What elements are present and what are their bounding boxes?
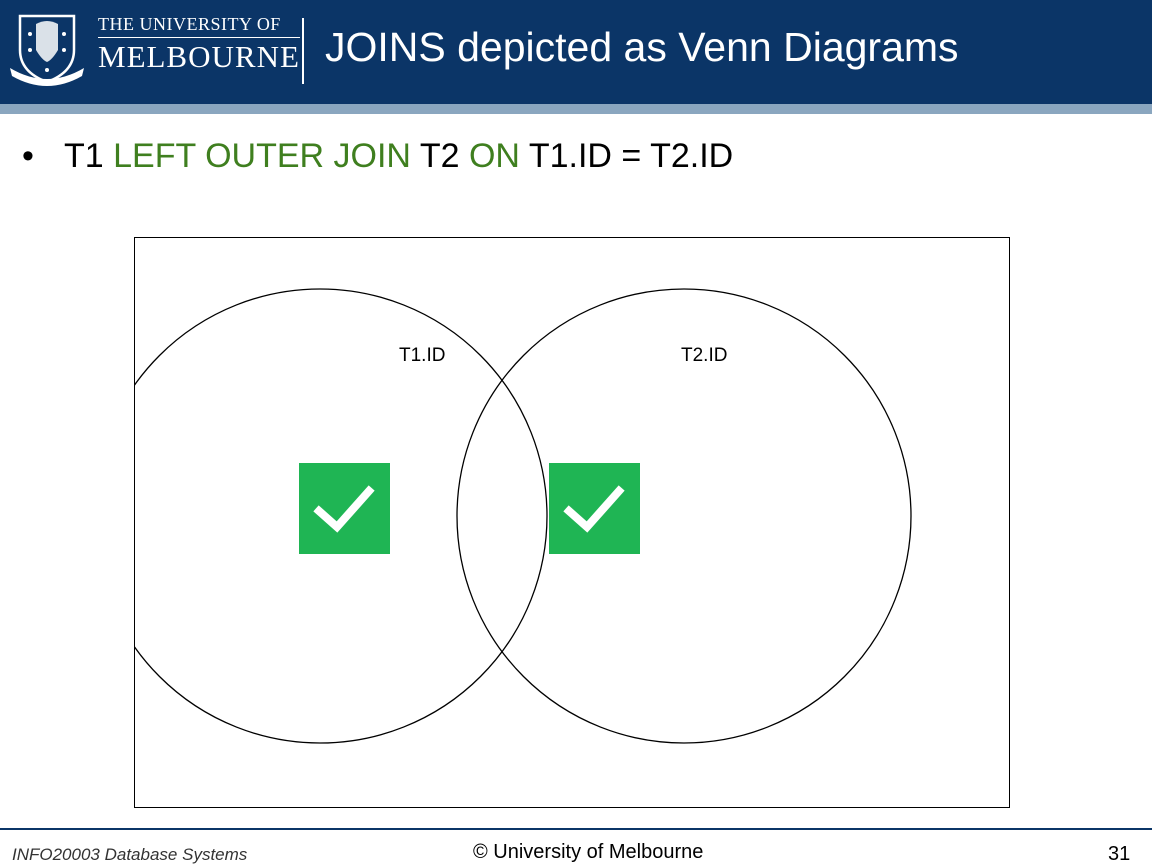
left-set-label: T1.ID xyxy=(399,345,446,366)
logo-divider xyxy=(302,18,304,84)
join-table-right: T2 xyxy=(419,137,460,175)
footer-copyright: © University of Melbourne xyxy=(473,841,704,863)
checkmark-icon xyxy=(563,485,625,533)
university-logo-text: THE UNIVERSITY OF MELBOURNE xyxy=(98,14,300,74)
page-number: 31 xyxy=(1108,843,1131,865)
footer-course: INFO20003 Database Systems xyxy=(12,845,248,864)
venn-diagram: T1.ID T2.ID xyxy=(134,237,1010,808)
bullet-point: • T1 LEFT OUTER JOIN T2 ON T1.ID = T2.ID xyxy=(22,134,733,178)
slide-title: JOINS depicted as Venn Diagrams xyxy=(325,24,959,70)
join-condition: T1.ID = T2.ID xyxy=(528,137,734,175)
header-accent-strip xyxy=(0,104,1152,114)
on-keyword: ON xyxy=(468,137,520,175)
bullet-dot: • xyxy=(22,137,34,175)
intersection-check-box xyxy=(549,463,640,554)
logo-line2: MELBOURNE xyxy=(98,37,300,74)
university-crest-icon xyxy=(6,10,88,86)
join-keyword: LEFT OUTER JOIN xyxy=(113,137,411,175)
right-set-label: T2.ID xyxy=(681,345,728,366)
checkmark-icon xyxy=(313,485,375,533)
left-only-check-box xyxy=(299,463,390,554)
footer-divider xyxy=(0,828,1152,830)
join-table-left: T1 xyxy=(64,137,104,175)
slide-header: THE UNIVERSITY OF MELBOURNE JOINS depict… xyxy=(0,0,1152,104)
logo-line1: THE UNIVERSITY OF xyxy=(98,14,281,34)
